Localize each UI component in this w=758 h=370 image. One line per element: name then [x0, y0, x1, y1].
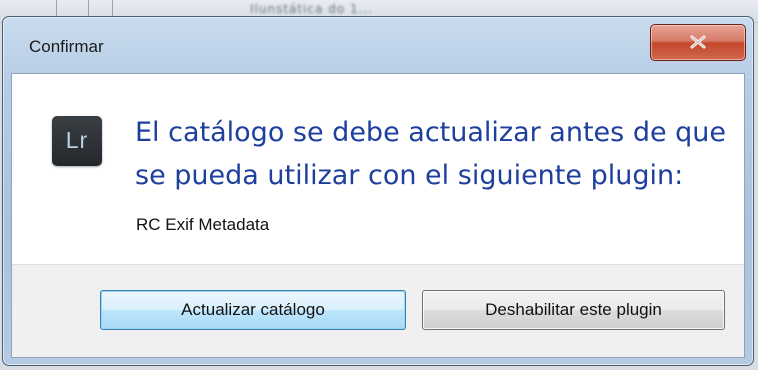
confirm-dialog: Confirmar Lr El catálogo se debe actuali… — [2, 16, 754, 366]
close-button[interactable] — [650, 24, 746, 61]
update-catalog-button[interactable]: Actualizar catálogo — [100, 290, 406, 330]
background-blurred-text: Ilunstática do 1... — [250, 2, 374, 16]
dialog-title: Confirmar — [29, 37, 104, 56]
lightroom-icon: Lr — [52, 116, 102, 166]
dialog-message: El catálogo se debe actualizar antes de … — [135, 117, 727, 191]
button-area: Actualizar catálogo Deshabilitar este pl… — [12, 264, 744, 357]
dialog-titlebar[interactable]: Confirmar — [3, 17, 753, 73]
dialog-content: Lr El catálogo se debe actualizar antes … — [11, 73, 745, 358]
close-icon — [690, 35, 706, 49]
plugin-name: RC Exif Metadata — [136, 215, 270, 234]
disable-plugin-button[interactable]: Deshabilitar este plugin — [422, 290, 725, 330]
lightroom-icon-label: Lr — [65, 127, 89, 153]
